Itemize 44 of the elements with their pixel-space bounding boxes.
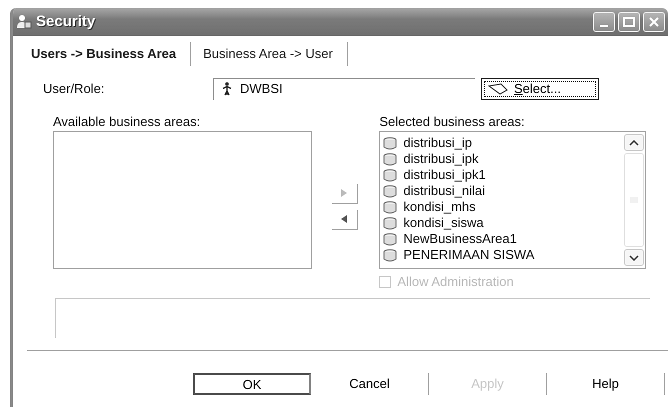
database-icon (383, 200, 398, 214)
list-item[interactable]: distribusi_ipk (383, 151, 623, 167)
dialog-button[interactable]: OK (193, 372, 311, 394)
user-role-field[interactable]: DWBSI (213, 78, 475, 100)
list-label: Selected business areas: (379, 112, 526, 130)
database-icon (383, 152, 398, 166)
list-label: Available business areas: (53, 112, 202, 130)
maximize-icon (623, 17, 635, 27)
list-item[interactable]: kondisi_siswa (383, 215, 623, 231)
window-title: Security (36, 12, 96, 32)
database-icon (383, 136, 398, 150)
scroll-grip-icon (630, 197, 638, 203)
scroll-down-button[interactable] (624, 249, 644, 266)
maximize-button[interactable] (618, 12, 640, 32)
field-label: User/Role: (43, 80, 106, 98)
up-chevron-icon (629, 140, 639, 146)
down-chevron-icon (629, 254, 639, 260)
checkbox-label: Allow Administration (397, 273, 514, 291)
tab[interactable]: Business Area -> User (191, 42, 348, 66)
list-item[interactable]: distribusi_ip (383, 135, 623, 151)
person-icon (222, 82, 232, 96)
list-item[interactable]: PENERIMAAN SISWA (383, 247, 623, 263)
list-item[interactable]: NewBusinessArea1 (383, 231, 623, 247)
available-areas-list[interactable] (53, 131, 312, 269)
minimize-icon (600, 25, 608, 27)
database-icon (383, 248, 398, 262)
tab[interactable]: Users -> Business Area (19, 42, 192, 66)
list-item[interactable]: distribusi_ipk1 (383, 167, 623, 183)
list-item[interactable]: kondisi_mhs (383, 199, 623, 215)
close-button[interactable] (643, 12, 665, 32)
minimize-button[interactable] (593, 12, 615, 32)
scroll-up-button[interactable] (624, 134, 644, 151)
selected-areas-list[interactable]: distribusi_ip distribusi_ipk distribusi_ipk1 distribusi_nilai kondisi_mhs kondisi_siswa NewBusinessArea1 PENERIMAAN SISWA (379, 131, 646, 269)
app-icon (16, 14, 32, 30)
right-arrow-icon (341, 189, 348, 197)
database-icon (383, 216, 398, 230)
select-button[interactable]: Select... (481, 78, 599, 100)
left-arrow-icon (341, 215, 348, 223)
scrollbar[interactable] (623, 132, 645, 268)
close-icon (648, 16, 660, 28)
database-icon (383, 232, 398, 246)
database-icon (383, 168, 398, 182)
database-icon (383, 184, 398, 198)
list-item[interactable]: distribusi_nilai (383, 183, 623, 199)
